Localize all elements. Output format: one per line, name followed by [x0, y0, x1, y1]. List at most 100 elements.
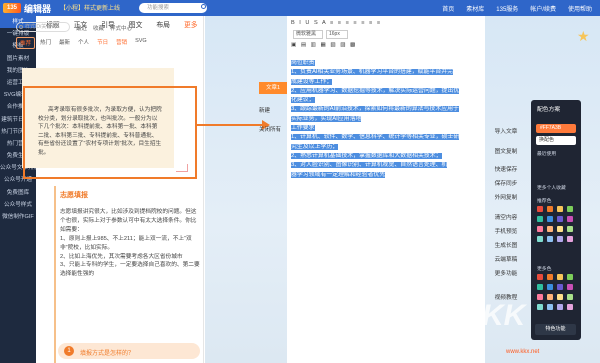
palette-label-favorites[interactable]: 更多个人收藏	[537, 184, 566, 191]
sidebar-item-account-styles[interactable]: 公众号样式	[0, 199, 36, 211]
insert-toolbar[interactable]: ▣ ▤ ▥ ▦ ▧ ▨ ▩	[291, 42, 357, 48]
quick-save-button[interactable]: 快速保存	[486, 164, 526, 176]
color-swatch[interactable]	[557, 236, 563, 242]
color-value-input[interactable]: #FF7A3B	[536, 124, 576, 133]
color-swatch[interactable]	[567, 274, 573, 280]
color-swatch[interactable]	[557, 294, 563, 300]
tips-list: 志愿填报讲究很大，比如涉及到提档院校的问题。但这个也很，实际上对于参数认可中有太…	[60, 208, 200, 279]
color-swatch[interactable]	[537, 206, 543, 212]
color-swatch[interactable]	[547, 304, 553, 310]
cloud-drafts-button[interactable]: 云端草稿	[486, 254, 526, 266]
tab-layout[interactable]: 布局	[156, 19, 170, 29]
subtab-svg[interactable]: SVG	[132, 37, 150, 49]
selected-line: 器学习领域有一定理解和经验者优先	[291, 171, 386, 178]
color-swatch[interactable]	[547, 284, 553, 290]
color-swatch[interactable]	[557, 284, 563, 290]
nav-home[interactable]: 首页	[442, 4, 454, 13]
selected-line: 1、负责AI相关业务场景、机器学习平台的搭建，赋能平台并完	[291, 69, 453, 76]
selected-line: 工作要求	[291, 125, 315, 132]
color-swatch[interactable]	[547, 236, 553, 242]
font-family-select[interactable]: 微软雅黑	[293, 30, 323, 39]
color-swatch[interactable]	[537, 304, 543, 310]
sidebar-item-image-materials[interactable]: 图片素材	[0, 53, 36, 65]
filter-style-center[interactable]: 样式中心	[110, 24, 132, 32]
import-article-button[interactable]: 导入文章	[486, 126, 526, 138]
external-copy-button[interactable]: 外网复制	[486, 192, 526, 204]
color-swatch[interactable]	[537, 236, 543, 242]
color-swatch[interactable]	[567, 206, 573, 212]
color-swatch[interactable]	[547, 216, 553, 222]
subtab-new[interactable]: 最新	[56, 37, 73, 49]
close-all-button[interactable]: 关闭所有	[259, 125, 281, 133]
subtab-recommend[interactable]: 推荐	[16, 37, 36, 49]
palette-title: 配色方案	[537, 107, 561, 113]
subtab-personal[interactable]: 个人	[75, 37, 92, 49]
nav-help[interactable]: 使用帮助	[568, 4, 592, 13]
article-tab-button[interactable]: 文章1	[259, 82, 287, 94]
color-swatch[interactable]	[537, 216, 543, 222]
color-swatch[interactable]	[537, 284, 543, 290]
long-image-button[interactable]: 生成长图	[486, 240, 526, 252]
color-swatch[interactable]	[567, 304, 573, 310]
color-swatch[interactable]	[567, 294, 573, 300]
selected-line: 3、跟踪最新的AI前沿技术，探索如何将最新的算法与技术应用于	[291, 106, 459, 113]
app-title: 编辑器	[24, 4, 52, 14]
search-icon[interactable]	[201, 4, 206, 9]
color-swatch[interactable]	[567, 284, 573, 290]
new-article-button[interactable]: 新建	[259, 106, 270, 114]
selected-line: 化建议；	[291, 97, 315, 104]
color-swatch[interactable]	[547, 294, 553, 300]
sidebar-item-free-gallery[interactable]: 免费图库	[0, 187, 36, 199]
selection-highlight-box	[23, 86, 197, 179]
color-swatch[interactable]	[557, 206, 563, 212]
tips-paragraph: 2、比如上海优先，其次需要考虑各大区省份城市	[60, 253, 183, 260]
subtab-festival[interactable]: 节日	[94, 37, 111, 49]
pointer-arrow	[197, 124, 264, 126]
font-size-select[interactable]: 16px	[326, 30, 348, 39]
sidebar-item-gif-maker[interactable]: 微信制作GIF	[0, 211, 36, 223]
watermark-url: www.kkx.net	[506, 349, 540, 355]
search-icon	[19, 25, 23, 29]
color-swatch[interactable]	[557, 304, 563, 310]
nav-materials[interactable]: 素材库	[466, 4, 484, 13]
copy-article-button[interactable]: 图文复制	[486, 146, 526, 158]
style-search-input[interactable]: 样式ID/关键词	[16, 22, 70, 32]
color-swatch[interactable]	[537, 294, 543, 300]
selected-line: 2、应用机器学习、数据挖掘等技术，解决实际运营问题，提出优	[291, 87, 460, 94]
mobile-preview-button[interactable]: 手机预览	[486, 226, 526, 238]
tab-more[interactable]: 更多	[184, 19, 198, 29]
filter-bar: 最近 收藏 样式中心	[76, 24, 132, 32]
question-number: 1	[64, 346, 74, 356]
subtab-hot[interactable]: 热门	[37, 37, 54, 49]
filter-favorites[interactable]: 收藏	[93, 24, 104, 32]
selected-line: 究生及以上学历；	[291, 143, 339, 150]
function-search-input[interactable]: 功能搜索	[139, 3, 207, 13]
color-swatch[interactable]	[557, 274, 563, 280]
save-sync-button[interactable]: 保存同步	[486, 178, 526, 190]
promo-link[interactable]: 【小程】样式更新上线	[60, 3, 120, 12]
color-swatch[interactable]	[567, 236, 573, 242]
more-functions-button[interactable]: 更多功能	[486, 268, 526, 280]
color-swatch[interactable]	[557, 226, 563, 232]
filter-recent[interactable]: 最近	[76, 24, 87, 32]
nav-services[interactable]: 135服务	[496, 4, 518, 13]
selected-text-block[interactable]: 岗位职责 1、负责AI相关业务场景、机器学习平台的搭建，赋能平台并完 成建设等工…	[291, 59, 467, 180]
clear-content-button[interactable]: 清空内容	[486, 212, 526, 224]
color-scheme-select[interactable]: 换配色	[536, 136, 576, 145]
color-swatch[interactable]	[537, 274, 543, 280]
nav-account[interactable]: 帐户/续费	[530, 4, 556, 13]
corner-decoration	[176, 164, 188, 172]
color-swatch[interactable]	[547, 206, 553, 212]
color-swatch[interactable]	[547, 226, 553, 232]
format-toolbar[interactable]: B I U S A ≡ ≡ ≡ ≡ ≡ ≡ ≡	[291, 20, 382, 26]
color-swatch[interactable]	[557, 216, 563, 222]
watermark-logo: KK	[482, 299, 526, 332]
selected-line: 1、计算机、软件、数学、信息科学、统计学等相关专业，硕士研	[291, 134, 460, 141]
color-swatch[interactable]	[567, 226, 573, 232]
color-swatch[interactable]	[567, 216, 573, 222]
selected-line: 岗位职责	[291, 60, 315, 66]
color-swatch[interactable]	[537, 226, 543, 232]
subtab-marketing[interactable]: 营销	[113, 37, 130, 49]
special-features-button[interactable]: 特色功能	[535, 324, 576, 335]
color-swatch[interactable]	[547, 274, 553, 280]
